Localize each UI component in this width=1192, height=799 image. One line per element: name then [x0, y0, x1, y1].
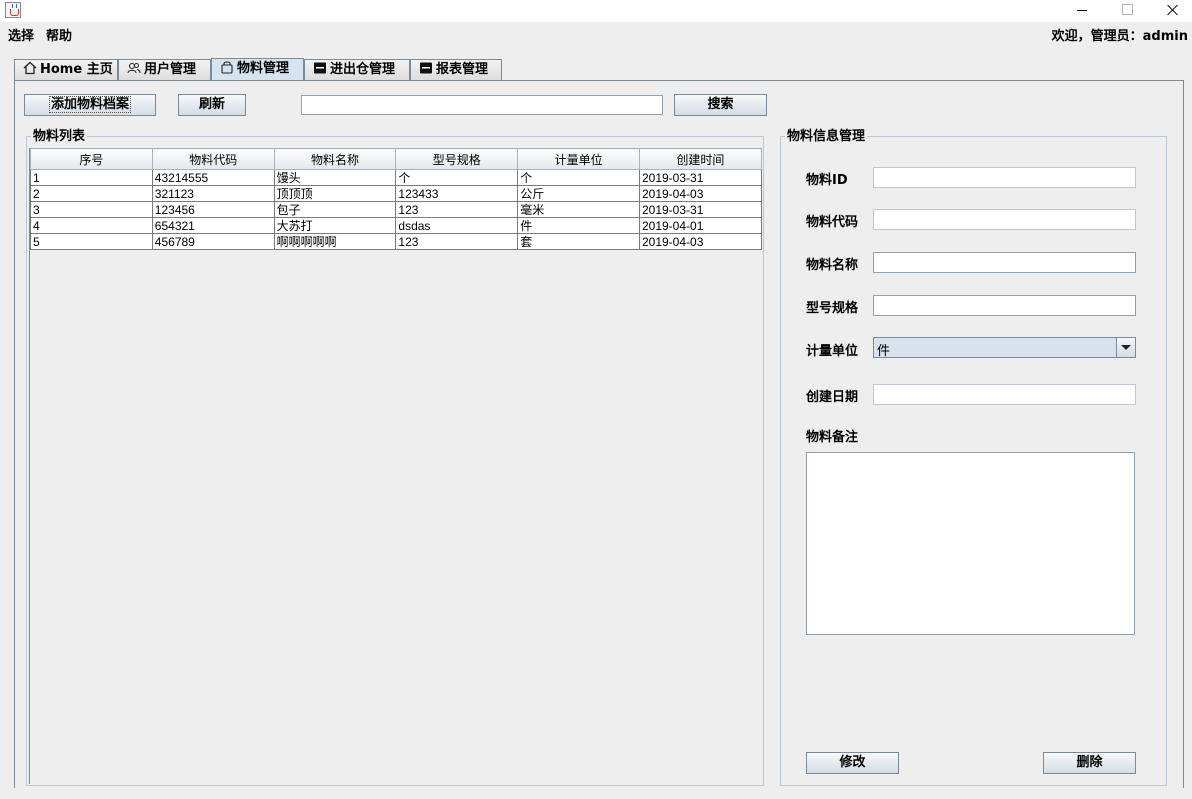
table-cell: 个: [517, 169, 640, 186]
bag-icon: [220, 60, 234, 74]
modify-button[interactable]: 修改: [806, 752, 899, 774]
table-cell: 5: [30, 233, 153, 250]
java-app-icon: [5, 2, 21, 18]
create-date-field[interactable]: [873, 384, 1136, 405]
table-cell: 2019-04-03: [638, 185, 762, 202]
title-bar: [0, 0, 1192, 22]
table-cell: 2019-04-01: [638, 217, 762, 234]
material-spec-label: 型号规格: [806, 301, 859, 316]
table-cell: 2: [30, 185, 153, 202]
tab-home[interactable]: Home 主页: [14, 59, 118, 81]
remark-label: 物料备注: [806, 430, 859, 445]
table-cell: 件: [517, 217, 640, 234]
table-cell: 43214555: [151, 169, 275, 186]
table-header-row: 序号 物料代码 物料名称 型号规格 计量单位 创建时间: [30, 148, 762, 170]
material-name-label: 物料名称: [806, 258, 859, 273]
material-table-scroll[interactable]: 序号 物料代码 物料名称 型号规格 计量单位 创建时间 1 43214555 馒…: [29, 148, 762, 784]
table-row[interactable]: 3 123456 包子 123 毫米 2019-03-31: [30, 201, 762, 218]
table-row[interactable]: 2 321123 顶顶顶 123433 公斤 2019-04-03: [30, 185, 762, 202]
tab-materials[interactable]: 物料管理: [211, 58, 304, 81]
table-cell: 毫米: [517, 201, 640, 218]
table-cell: 2019-03-31: [638, 201, 762, 218]
table-cell: 123: [395, 201, 519, 218]
table-row[interactable]: 5 456789 啊啊啊啊啊 123 套 2019-04-03: [30, 233, 762, 250]
material-spec-field[interactable]: [873, 295, 1136, 316]
material-code-field[interactable]: [873, 209, 1136, 230]
menu-select[interactable]: 选择: [8, 25, 34, 44]
material-id-label: 物料ID: [806, 173, 848, 188]
tab-users-label: 用户管理: [144, 62, 197, 77]
minimize-icon[interactable]: [1060, 0, 1106, 22]
table-cell: 2019-04-03: [638, 233, 762, 250]
unit-label: 计量单位: [806, 344, 859, 359]
tab-warehouse[interactable]: 进出仓管理: [304, 59, 410, 81]
column-header[interactable]: 物料代码: [151, 148, 275, 170]
create-date-label: 创建日期: [806, 390, 859, 405]
close-icon[interactable]: [1148, 0, 1192, 22]
table-cell: 654321: [151, 217, 275, 234]
table-cell: 3: [30, 201, 153, 218]
material-id-field[interactable]: [873, 167, 1136, 188]
maximize-icon[interactable]: [1104, 0, 1150, 22]
welcome-text: 欢迎，管理员：admin: [1051, 29, 1188, 44]
column-header[interactable]: 型号规格: [395, 148, 519, 170]
unit-select-value: 件: [877, 344, 891, 359]
box-icon: [419, 61, 433, 75]
table-cell: 大苏打: [273, 217, 397, 234]
table-cell: 123: [395, 233, 519, 250]
column-header[interactable]: 创建时间: [638, 148, 762, 170]
table-cell: 公斤: [517, 185, 640, 202]
table-cell: dsdas: [395, 217, 519, 234]
tab-warehouse-label: 进出仓管理: [330, 62, 396, 77]
table-cell: 包子: [273, 201, 397, 218]
search-input[interactable]: [301, 95, 663, 115]
table-row[interactable]: 1 43214555 馒头 个 个 2019-03-31: [30, 169, 762, 186]
material-name-field[interactable]: [873, 252, 1136, 273]
delete-button[interactable]: 删除: [1043, 752, 1136, 774]
material-table: 序号 物料代码 物料名称 型号规格 计量单位 创建时间 1 43214555 馒…: [30, 148, 762, 250]
unit-select[interactable]: 件: [873, 337, 1136, 359]
users-icon: [127, 61, 141, 75]
table-cell: 321123: [151, 185, 275, 202]
tab-reports[interactable]: 报表管理: [410, 59, 502, 81]
material-list-title: 物料列表: [31, 129, 88, 144]
table-cell: 2019-03-31: [638, 169, 762, 186]
tab-materials-label: 物料管理: [237, 61, 290, 76]
tab-home-label: Home 主页: [40, 62, 113, 77]
add-material-button[interactable]: 添加物料档案: [24, 94, 156, 116]
chevron-down-icon[interactable]: [1116, 338, 1135, 357]
column-header[interactable]: 计量单位: [517, 148, 640, 170]
box-icon: [313, 61, 327, 75]
table-cell: 123456: [151, 201, 275, 218]
home-icon: [23, 61, 37, 75]
material-info-title: 物料信息管理: [785, 129, 868, 144]
search-button[interactable]: 搜索: [674, 94, 767, 116]
table-cell: 顶顶顶: [273, 185, 397, 202]
table-cell: 馒头: [273, 169, 397, 186]
refresh-button[interactable]: 刷新: [178, 94, 246, 116]
tab-reports-label: 报表管理: [436, 62, 489, 77]
material-code-label: 物料代码: [806, 215, 859, 230]
table-cell: 个: [395, 169, 519, 186]
menu-bar: 选择 帮助 欢迎，管理员：admin: [0, 22, 1192, 44]
table-cell: 套: [517, 233, 640, 250]
column-header[interactable]: 序号: [30, 148, 153, 170]
tab-users[interactable]: 用户管理: [118, 59, 211, 81]
table-row[interactable]: 4 654321 大苏打 dsdas 件 2019-04-01: [30, 217, 762, 234]
table-cell: 1: [30, 169, 153, 186]
table-cell: 啊啊啊啊啊: [273, 233, 397, 250]
menu-help[interactable]: 帮助: [46, 25, 72, 44]
table-cell: 4: [30, 217, 153, 234]
remark-textarea[interactable]: [806, 452, 1135, 635]
table-cell: 456789: [151, 233, 275, 250]
table-cell: 123433: [395, 185, 519, 202]
column-header[interactable]: 物料名称: [273, 148, 397, 170]
